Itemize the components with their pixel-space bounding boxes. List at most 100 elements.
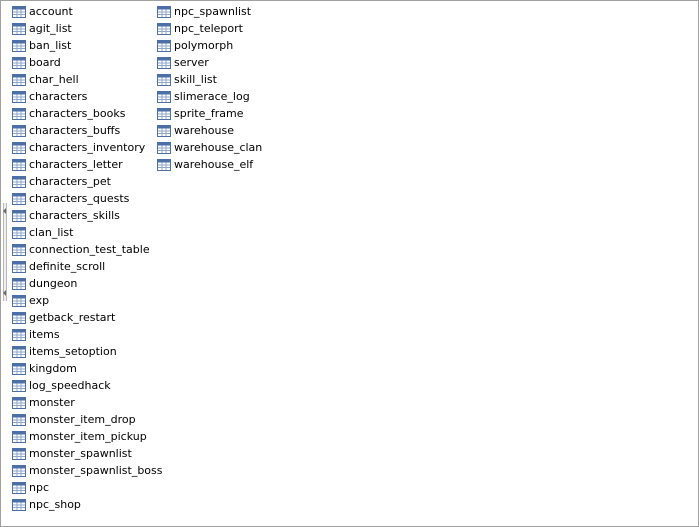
table-name-label: monster — [29, 396, 75, 409]
table-list-item[interactable]: monster_item_pickup — [11, 428, 156, 445]
table-icon — [157, 56, 171, 69]
table-icon — [12, 175, 26, 188]
table-list-item[interactable]: monster_spawnlist_boss — [11, 462, 163, 479]
table-list-item[interactable]: kingdom — [11, 360, 156, 377]
table-name-label: npc — [29, 481, 50, 494]
table-list-item[interactable]: server — [156, 54, 301, 71]
table-list-item[interactable]: characters — [11, 88, 156, 105]
table-list-item[interactable]: npc_teleport — [156, 20, 301, 37]
table-name-label: npc_teleport — [174, 22, 243, 35]
table-list-item[interactable]: connection_test_table — [11, 241, 156, 258]
table-list-item[interactable]: characters_pet — [11, 173, 156, 190]
table-icon — [12, 413, 26, 426]
table-icon — [12, 209, 26, 222]
table-list-item[interactable]: items — [11, 326, 156, 343]
table-list-item[interactable]: warehouse — [156, 122, 301, 139]
table-list-item[interactable]: monster_spawnlist — [11, 445, 156, 462]
table-list-item[interactable]: characters_inventory — [11, 139, 156, 156]
table-list-item[interactable]: sprite_frame — [156, 105, 301, 122]
table-list-item[interactable]: characters_quests — [11, 190, 156, 207]
table-icon — [157, 158, 171, 171]
table-list-item[interactable]: account — [11, 3, 156, 20]
table-icon — [12, 464, 26, 477]
table-list-item[interactable]: items_setoption — [11, 343, 156, 360]
table-icon — [12, 39, 26, 52]
table-icon — [12, 311, 26, 324]
table-list-item[interactable]: warehouse_clan — [156, 139, 301, 156]
table-icon — [157, 124, 171, 137]
table-name-label: char_hell — [29, 73, 79, 86]
table-icon — [12, 430, 26, 443]
table-list-item[interactable]: ban_list — [11, 37, 156, 54]
table-icon — [12, 226, 26, 239]
table-list-item[interactable]: warehouse_elf — [156, 156, 301, 173]
table-icon — [12, 90, 26, 103]
table-name-label: agit_list — [29, 22, 72, 35]
table-name-label: sprite_frame — [174, 107, 244, 120]
list-column-2: npc_spawnlist npc_teleport polymorph server… — [156, 3, 301, 173]
table-list-item[interactable]: board — [11, 54, 156, 71]
table-name-label: dungeon — [29, 277, 78, 290]
table-icon — [12, 294, 26, 307]
table-name-label: characters — [29, 90, 88, 103]
table-name-label: getback_restart — [29, 311, 116, 324]
table-list-item[interactable]: clan_list — [11, 224, 156, 241]
table-icon — [12, 107, 26, 120]
table-list-item[interactable]: characters_books — [11, 105, 156, 122]
object-browser-panel: account agit_list ban_listboard char_hellch… — [0, 0, 699, 527]
table-name-label: clan_list — [29, 226, 74, 239]
table-name-label: characters_skills — [29, 209, 120, 222]
table-list-item[interactable]: monster_item_drop — [11, 411, 156, 428]
table-list-item[interactable]: characters_letter — [11, 156, 156, 173]
table-name-label: warehouse_elf — [174, 158, 254, 171]
splitter-grip[interactable] — [3, 203, 7, 301]
table-name-label: server — [174, 56, 209, 69]
table-icon — [12, 481, 26, 494]
table-list-item[interactable]: dungeon — [11, 275, 156, 292]
panel-splitter[interactable] — [2, 2, 8, 525]
table-name-label: board — [29, 56, 61, 69]
table-icon — [12, 260, 26, 273]
table-list-item[interactable]: npc_spawnlist — [156, 3, 301, 20]
table-name-label: warehouse — [174, 124, 234, 137]
table-name-label: characters_inventory — [29, 141, 146, 154]
table-name-label: skill_list — [174, 73, 217, 86]
table-list-item[interactable]: skill_list — [156, 71, 301, 88]
table-list-item[interactable]: log_speedhack — [11, 377, 156, 394]
table-list-item[interactable]: npc_shop — [11, 496, 156, 513]
table-icon — [12, 498, 26, 511]
table-list-item[interactable]: polymorph — [156, 37, 301, 54]
table-list-view: account agit_list ban_listboard char_hellch… — [11, 3, 696, 524]
table-list-item[interactable]: exp — [11, 292, 156, 309]
table-icon — [12, 5, 26, 18]
collapse-left-arrow-icon[interactable] — [3, 208, 6, 214]
table-list-item[interactable]: definite_scroll — [11, 258, 156, 275]
table-icon — [12, 345, 26, 358]
table-name-label: characters_quests — [29, 192, 130, 205]
table-list-item[interactable]: agit_list — [11, 20, 156, 37]
table-list-item[interactable]: getback_restart — [11, 309, 156, 326]
table-list-item[interactable]: monster — [11, 394, 156, 411]
table-icon — [157, 90, 171, 103]
table-name-label: exp — [29, 294, 50, 307]
table-icon — [157, 5, 171, 18]
table-icon — [157, 22, 171, 35]
table-icon — [157, 73, 171, 86]
table-icon — [12, 73, 26, 86]
table-list-item[interactable]: characters_buffs — [11, 122, 156, 139]
table-icon — [12, 396, 26, 409]
table-list-item[interactable]: char_hell — [11, 71, 156, 88]
table-name-label: characters_letter — [29, 158, 123, 171]
table-name-label: npc_shop — [29, 498, 81, 511]
table-name-label: log_speedhack — [29, 379, 111, 392]
table-name-label: characters_pet — [29, 175, 111, 188]
collapse-left-arrow-icon[interactable] — [3, 290, 6, 296]
table-list-item[interactable]: characters_skills — [11, 207, 156, 224]
table-icon — [12, 379, 26, 392]
table-name-label: kingdom — [29, 362, 77, 375]
table-name-label: slimerace_log — [174, 90, 250, 103]
table-list-item[interactable]: slimerace_log — [156, 88, 301, 105]
list-column-1: account agit_list ban_listboard char_hellch… — [11, 3, 163, 513]
table-icon — [12, 192, 26, 205]
table-list-item[interactable]: npc — [11, 479, 156, 496]
